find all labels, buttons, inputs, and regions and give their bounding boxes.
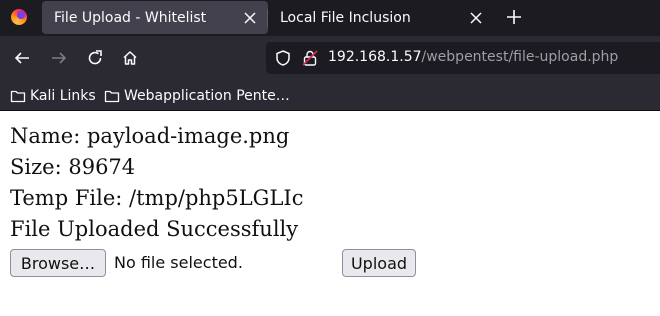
home-button[interactable] bbox=[116, 44, 144, 72]
url-path: /webpentest/file-upload.php bbox=[421, 49, 619, 65]
back-arrow-icon bbox=[14, 52, 29, 64]
insecure-lock-icon[interactable] bbox=[301, 49, 319, 67]
url-host: 192.168.1.57 bbox=[328, 49, 422, 65]
navigation-toolbar: 192.168.1.57/webpentest/file-upload.php bbox=[0, 36, 660, 82]
tab-local-file-inclusion[interactable]: Local File Inclusion bbox=[268, 1, 494, 34]
back-button[interactable] bbox=[8, 44, 36, 72]
bookmark-label: Kali Links bbox=[30, 88, 96, 104]
reload-icon bbox=[88, 50, 102, 65]
close-icon bbox=[244, 11, 256, 24]
uploaded-file-size: Size: 89674 bbox=[10, 155, 136, 179]
bookmark-label: Webapplication Pente… bbox=[124, 88, 290, 104]
folder-icon bbox=[104, 90, 120, 103]
close-tab-button[interactable] bbox=[462, 4, 490, 32]
file-selection-status: No file selected. bbox=[114, 253, 243, 272]
browse-button[interactable]: Browse… bbox=[10, 249, 106, 277]
shield-icon[interactable] bbox=[274, 49, 292, 67]
bookmark-webapplication-pentest[interactable]: Webapplication Pente… bbox=[104, 86, 290, 106]
plus-icon bbox=[507, 10, 521, 24]
new-tab-button[interactable] bbox=[500, 3, 528, 31]
bookmark-kali-links[interactable]: Kali Links bbox=[10, 86, 96, 106]
uploaded-file-name: Name: payload-image.png bbox=[10, 124, 290, 148]
close-icon bbox=[470, 11, 482, 24]
tab-file-upload[interactable]: File Upload - Whitelist bbox=[42, 1, 268, 34]
url-text[interactable]: 192.168.1.57/webpentest/file-upload.php bbox=[328, 49, 618, 65]
close-tab-button[interactable] bbox=[236, 4, 264, 32]
folder-icon bbox=[10, 90, 26, 103]
upload-status-message: File Uploaded Successfully bbox=[10, 217, 299, 241]
bookmarks-toolbar: Kali Links Webapplication Pente… bbox=[0, 82, 660, 111]
tab-title: File Upload - Whitelist bbox=[54, 9, 207, 26]
forward-arrow-icon bbox=[52, 52, 67, 64]
browser-chrome: File Upload - Whitelist Local File Inclu… bbox=[0, 0, 660, 111]
home-icon bbox=[123, 51, 137, 65]
tab-title: Local File Inclusion bbox=[280, 9, 411, 26]
reload-button[interactable] bbox=[81, 44, 109, 72]
firefox-icon bbox=[11, 9, 27, 25]
forward-button[interactable] bbox=[45, 44, 73, 72]
page-content: Name: payload-image.png Size: 89674 Temp… bbox=[0, 111, 660, 316]
upload-button[interactable]: Upload bbox=[342, 249, 416, 277]
tab-strip: File Upload - Whitelist Local File Inclu… bbox=[0, 0, 660, 36]
uploaded-temp-file: Temp File: /tmp/php5LGLIc bbox=[10, 186, 304, 210]
address-bar[interactable]: 192.168.1.57/webpentest/file-upload.php bbox=[266, 42, 660, 74]
firefox-menu-button[interactable] bbox=[4, 2, 34, 32]
